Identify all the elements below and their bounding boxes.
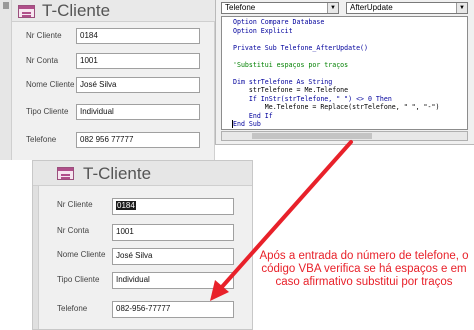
annotation-text: Após a entrada do número de telefone, o … bbox=[259, 250, 469, 288]
